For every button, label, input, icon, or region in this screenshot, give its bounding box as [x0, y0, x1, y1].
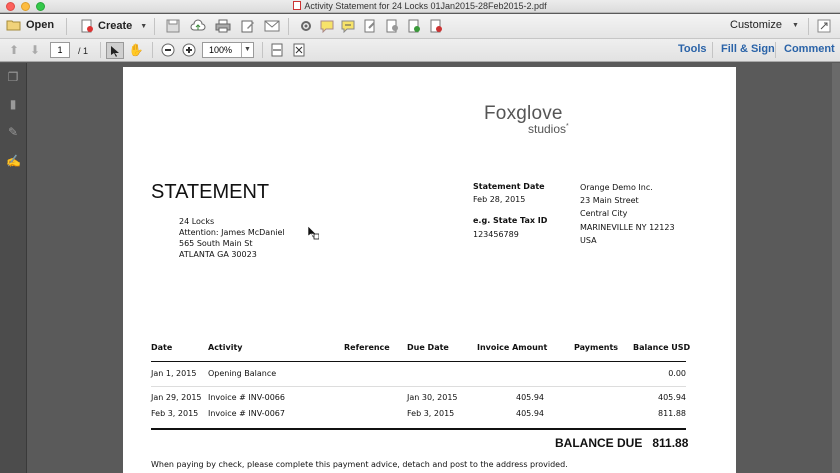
fit-width-icon[interactable]	[269, 42, 285, 58]
navigation-pane: ❐ ▮ ✎ ✍	[0, 63, 27, 473]
tools-pane-link[interactable]: Tools	[678, 43, 707, 55]
chevron-down-icon: ▼	[241, 43, 253, 57]
toolbar-divider	[808, 18, 809, 35]
window-title: Activity Statement for 24 Locks 01Jan201…	[0, 0, 840, 13]
window-titlebar: Activity Statement for 24 Locks 01Jan201…	[0, 0, 840, 13]
toolbar-divider	[152, 42, 153, 58]
navigation-toolbar: ⬆ ⬇	[0, 39, 840, 62]
recipient-line: 24 Locks	[179, 217, 215, 226]
column-header: Due Date	[407, 343, 449, 352]
thumbnails-icon[interactable]: ❐	[6, 70, 20, 84]
signature-pen-icon[interactable]: ✍	[6, 154, 21, 168]
customize-button[interactable]: Customize ▼	[730, 19, 799, 31]
statement-date: Feb 28, 2015	[473, 195, 526, 204]
attachment-icon[interactable]: ✎	[6, 125, 20, 139]
tax-id: 123456789	[473, 230, 519, 239]
statement-date-label: Statement Date	[473, 182, 545, 191]
toolbar-divider	[712, 42, 713, 58]
mail-icon[interactable]	[264, 18, 280, 34]
sender-line: USA	[580, 236, 597, 245]
settings-icon[interactable]	[298, 18, 314, 34]
comment-pane-link[interactable]: Comment	[784, 43, 835, 55]
page-total: / 1	[78, 46, 89, 56]
balance-due-amount: 811.88	[652, 436, 689, 450]
sender-line: Central City	[580, 209, 628, 218]
sender-line: MARINEVILLE NY 12123	[580, 223, 675, 232]
create-pdf-icon	[81, 19, 93, 33]
toolbar-divider	[66, 18, 67, 35]
pdf-page: Foxglove studios* STATEMENT 24 Locks Att…	[123, 67, 736, 473]
recipient-line: ATLANTA GA 30023	[179, 250, 257, 259]
sender-line: Orange Demo Inc.	[580, 183, 653, 192]
sign-icon[interactable]	[428, 18, 444, 34]
toolbar-divider	[154, 18, 155, 35]
select-arrow-icon[interactable]	[106, 42, 124, 59]
toolbar-divider	[262, 42, 263, 58]
print-icon[interactable]	[215, 18, 231, 34]
document-compare-icon[interactable]	[384, 18, 400, 34]
open-button[interactable]: Open	[6, 19, 54, 31]
tax-id-label: e.g. State Tax ID	[473, 216, 548, 225]
column-header: Date	[151, 343, 173, 352]
company-logo-subtitle: studios*	[528, 122, 569, 136]
comment-icon[interactable]	[319, 18, 335, 34]
create-button[interactable]: Create ▼	[80, 19, 147, 33]
stamp-icon[interactable]	[362, 18, 378, 34]
statement-heading: STATEMENT	[151, 181, 270, 203]
toolbar-divider	[100, 42, 101, 58]
mouse-pointer-icon	[307, 225, 319, 240]
table-total-rule	[151, 428, 686, 430]
zoom-select[interactable]: 100% ▼	[202, 42, 254, 58]
row-divider	[151, 386, 686, 387]
highlight-icon[interactable]	[340, 18, 356, 34]
pdf-file-icon	[293, 1, 302, 10]
fill-sign-pane-link[interactable]: Fill & Sign	[721, 43, 775, 55]
vertical-scrollbar[interactable]	[832, 63, 840, 473]
column-header: Reference	[344, 343, 390, 352]
page-down-icon[interactable]: ⬇	[27, 42, 43, 58]
zoom-in-icon[interactable]	[181, 42, 197, 58]
export-icon[interactable]	[406, 18, 422, 34]
main-toolbar: Open Create ▼ Customize ▼	[0, 14, 840, 39]
column-header: Activity	[208, 343, 243, 352]
fit-page-icon[interactable]	[291, 42, 307, 58]
fullscreen-icon[interactable]	[816, 18, 832, 34]
table-header-rule	[151, 361, 686, 362]
bookmarks-icon[interactable]: ▮	[6, 97, 20, 111]
hand-icon[interactable]: ✋	[128, 42, 144, 58]
recipient-line: Attention: James McDaniel	[179, 228, 285, 237]
cloud-upload-icon[interactable]	[190, 18, 206, 34]
balance-due: BALANCE DUE 811.88	[555, 436, 689, 450]
toolbar-divider	[288, 18, 289, 35]
zoom-out-icon[interactable]	[160, 42, 176, 58]
page-number-input[interactable]: 1	[50, 42, 70, 58]
column-header: Payments	[574, 343, 619, 352]
folder-icon	[6, 20, 21, 31]
chevron-down-icon: ▼	[140, 22, 148, 30]
column-header: Invoice Amount	[477, 343, 548, 352]
page-up-icon[interactable]: ⬆	[6, 42, 22, 58]
column-header: Balance USD	[633, 343, 691, 352]
edit-icon[interactable]	[240, 18, 256, 34]
chevron-down-icon: ▼	[791, 21, 799, 29]
sender-line: 23 Main Street	[580, 196, 639, 205]
payment-advice-note: When paying by check, please complete th…	[151, 460, 568, 469]
toolbar-divider	[775, 42, 776, 58]
recipient-line: 565 South Main St	[179, 239, 253, 248]
save-icon[interactable]	[165, 18, 181, 34]
